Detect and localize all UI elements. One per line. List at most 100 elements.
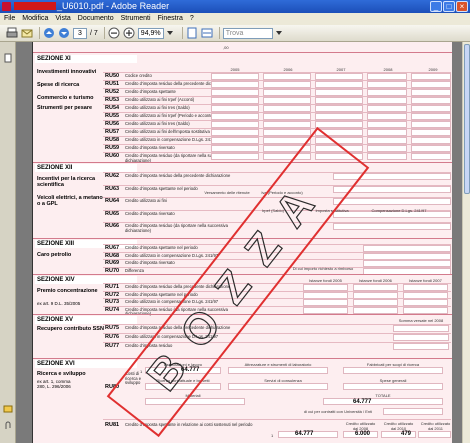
form-field[interactable] [211, 121, 259, 128]
maximize-button[interactable]: □ [443, 1, 455, 12]
close-button[interactable]: × [456, 1, 468, 12]
form-field[interactable] [315, 73, 363, 80]
form-field[interactable] [211, 73, 259, 80]
form-field[interactable] [315, 145, 363, 152]
vertical-scrollbar[interactable] [462, 42, 470, 443]
ru80-total-cell[interactable] [323, 398, 443, 405]
form-field[interactable] [263, 129, 311, 136]
form-field[interactable] [303, 306, 348, 314]
form-field[interactable] [315, 129, 363, 136]
form-field[interactable] [211, 105, 259, 112]
form-field[interactable] [411, 121, 451, 128]
form-field[interactable] [367, 129, 407, 136]
menu-help[interactable]: ? [190, 13, 194, 25]
form-field[interactable] [315, 137, 363, 144]
form-field[interactable] [263, 137, 311, 144]
form-field[interactable] [411, 113, 451, 120]
menu-modifica[interactable]: Modifica [22, 13, 48, 25]
form-field[interactable] [315, 81, 363, 88]
form-field[interactable] [211, 153, 259, 160]
ru80-cell[interactable] [343, 383, 443, 390]
form-field[interactable] [211, 81, 259, 88]
form-field[interactable] [367, 81, 407, 88]
fit-page-icon[interactable] [186, 27, 198, 39]
form-field[interactable] [211, 145, 259, 152]
form-field[interactable] [367, 89, 407, 96]
ru80-cell[interactable] [383, 408, 443, 415]
form-field[interactable] [263, 73, 311, 80]
form-field[interactable] [263, 89, 311, 96]
find-input[interactable]: Trova [222, 27, 273, 39]
next-page-icon[interactable] [58, 27, 70, 39]
form-field[interactable] [393, 343, 449, 350]
form-field[interactable] [411, 137, 451, 144]
form-field[interactable] [393, 334, 449, 341]
ru80-cell[interactable] [145, 398, 245, 405]
print-icon[interactable] [6, 27, 18, 39]
form-field[interactable] [411, 97, 451, 104]
menu-finestra[interactable]: Finestra [158, 13, 183, 25]
page-number-input[interactable]: 3 [73, 27, 87, 39]
menu-vista[interactable]: Vista [55, 13, 70, 25]
form-field[interactable] [367, 97, 407, 104]
zoom-in-icon[interactable] [123, 27, 135, 39]
form-field[interactable] [411, 153, 451, 160]
fit-width-icon[interactable] [201, 27, 213, 39]
menu-documento[interactable]: Documento [78, 13, 114, 25]
previous-page-icon[interactable] [43, 27, 55, 39]
zoom-out-icon[interactable] [108, 27, 120, 39]
ru80-cell[interactable] [343, 367, 443, 374]
form-field[interactable] [315, 121, 363, 128]
form-field[interactable] [353, 306, 398, 314]
form-field[interactable] [211, 97, 259, 104]
pages-icon[interactable] [3, 50, 13, 63]
ru80-cell[interactable] [228, 383, 328, 390]
comments-icon[interactable] [3, 402, 13, 413]
form-field[interactable] [367, 145, 407, 152]
chevron-down-icon[interactable] [164, 27, 176, 39]
ru80-cell[interactable] [228, 367, 328, 374]
form-field[interactable] [211, 129, 259, 136]
ru80-cell[interactable] [145, 383, 221, 390]
form-field[interactable] [333, 198, 451, 205]
ru81-cell[interactable] [418, 431, 451, 438]
form-field[interactable] [367, 113, 407, 120]
form-field[interactable] [333, 173, 451, 180]
form-field[interactable] [411, 73, 451, 80]
form-field[interactable] [315, 105, 363, 112]
form-field[interactable] [315, 97, 363, 104]
form-field[interactable] [393, 325, 449, 332]
form-field[interactable] [211, 137, 259, 144]
chevron-down-icon[interactable] [273, 27, 285, 39]
form-field[interactable] [315, 153, 363, 160]
form-field[interactable] [367, 73, 407, 80]
form-field[interactable] [263, 121, 311, 128]
form-field[interactable] [411, 145, 451, 152]
form-field[interactable] [367, 153, 407, 160]
form-field[interactable] [263, 145, 311, 152]
menu-file[interactable]: File [4, 13, 15, 25]
scrollbar-thumb[interactable] [464, 44, 470, 194]
form-field[interactable] [411, 105, 451, 112]
form-field[interactable] [333, 185, 451, 193]
form-field[interactable] [411, 89, 451, 96]
form-field[interactable] [211, 113, 259, 120]
form-field[interactable] [367, 121, 407, 128]
form-field[interactable] [367, 137, 407, 144]
attachments-icon[interactable] [3, 418, 13, 429]
form-field[interactable] [315, 89, 363, 96]
form-field[interactable] [263, 105, 311, 112]
form-field[interactable] [315, 113, 363, 120]
form-field[interactable] [333, 223, 451, 230]
form-field[interactable] [411, 129, 451, 136]
form-field[interactable] [411, 81, 451, 88]
form-field[interactable] [263, 153, 311, 160]
form-field[interactable] [263, 97, 311, 104]
form-field[interactable] [367, 105, 407, 112]
zoom-level-select[interactable]: 94,9% [137, 27, 164, 39]
menu-strumenti[interactable]: Strumenti [121, 13, 151, 25]
form-field[interactable] [263, 81, 311, 88]
form-field[interactable] [403, 306, 448, 314]
email-icon[interactable] [21, 27, 33, 39]
form-field[interactable] [211, 89, 259, 96]
